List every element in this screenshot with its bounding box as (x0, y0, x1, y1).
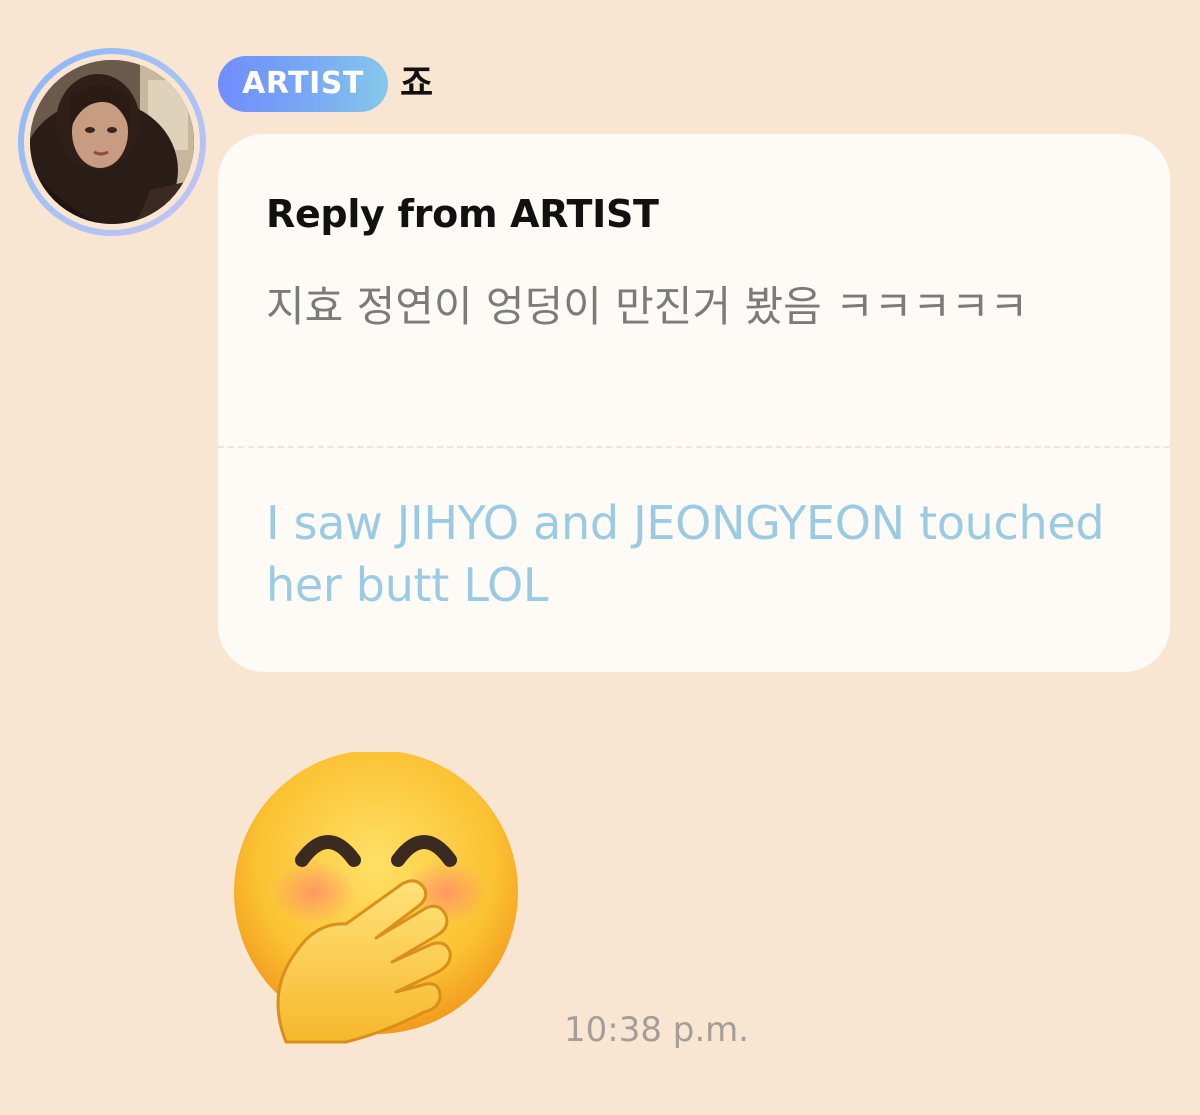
original-message-text: 지효 정연이 엉덩이 만진거 봤음 ㅋㅋㅋㅋㅋ (266, 282, 1029, 331)
chat-screen: ARTIST 죠 Reply from ARTIST 지효 정연이 엉덩이 만진… (0, 0, 1200, 1115)
translated-message-text: I saw JIHYO and JEONGYEON touched her bu… (266, 496, 1105, 612)
face-with-hand-over-mouth-emoji-icon[interactable] (226, 750, 526, 1047)
timestamp: 10:38 p.m. (564, 1010, 750, 1050)
reply-title: Reply from ARTIST (266, 192, 659, 236)
divider (218, 446, 1170, 448)
avatar[interactable] (18, 48, 206, 236)
profile-photo-icon (30, 60, 194, 224)
author-name[interactable]: 죠 (400, 56, 433, 112)
message-bubble[interactable]: Reply from ARTIST 지효 정연이 엉덩이 만진거 봤음 ㅋㅋㅋㅋ… (218, 134, 1170, 672)
artist-badge: ARTIST (218, 56, 388, 112)
